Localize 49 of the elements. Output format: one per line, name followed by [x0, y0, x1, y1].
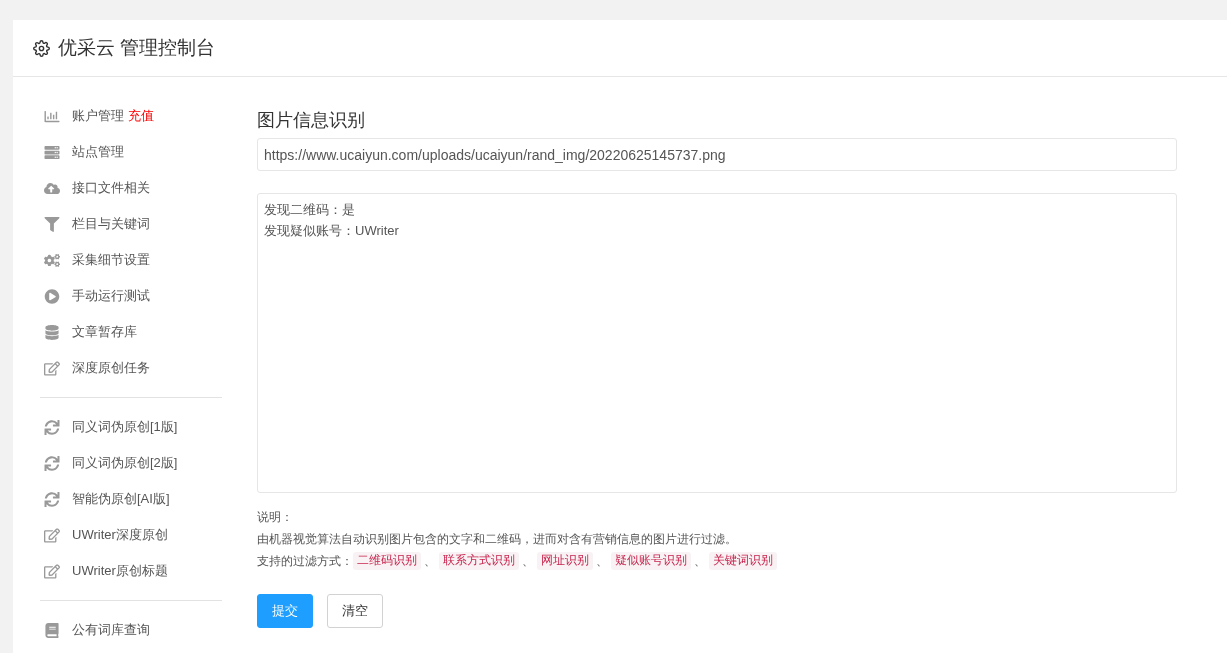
server-icon: [44, 144, 60, 160]
sidebar-item[interactable]: 接口文件相关: [72, 178, 150, 198]
separator: 、: [424, 553, 436, 570]
gears-icon: [44, 252, 60, 268]
sidebar-item[interactable]: 栏目与关键词: [72, 214, 150, 234]
edit-icon: [44, 563, 60, 579]
database-icon: [44, 324, 60, 340]
sidebar-item[interactable]: 公有词库查询: [72, 620, 150, 640]
url-field[interactable]: https://www.ucaiyun.com/uploads/ucaiyun/rand_img/20220625145737.png: [257, 138, 1177, 171]
result-line: 发现二维码：是: [264, 201, 355, 219]
sidebar-item[interactable]: 站点管理: [72, 142, 124, 162]
sidebar-item[interactable]: 采集细节设置: [72, 250, 150, 270]
sidebar-item[interactable]: UWriter深度原创: [72, 525, 168, 545]
filter-tag: 二维码识别: [353, 552, 421, 570]
edit-icon: [44, 527, 60, 543]
sidebar-item[interactable]: UWriter原创标题: [72, 561, 168, 581]
sidebar-item[interactable]: 账户管理: [72, 106, 124, 126]
result-line: 发现疑似账号：UWriter: [264, 222, 399, 240]
edit-icon: [44, 360, 60, 376]
separator: 、: [596, 553, 608, 570]
play-icon: [44, 288, 60, 304]
recharge-link[interactable]: 充值: [128, 106, 154, 126]
section-title: 图片信息识别: [257, 109, 366, 132]
console-title: 优采云 管理控制台: [58, 35, 216, 60]
sidebar-item[interactable]: 智能伪原创[AI版]: [72, 489, 170, 509]
refresh-icon: [44, 419, 60, 435]
refresh-icon: [44, 491, 60, 507]
filter-tag: 联系方式识别: [439, 552, 519, 570]
cloud-upload-icon: [44, 180, 60, 196]
notes-text: 由机器视觉算法自动识别图片包含的文字和二维码，进而对含有营销信息的图片进行过滤。: [257, 531, 737, 548]
sidebar-item[interactable]: 深度原创任务: [72, 358, 150, 378]
clear-button[interactable]: 清空: [327, 594, 383, 628]
sidebar-item[interactable]: 手动运行测试: [72, 286, 150, 306]
bar-chart-icon: [44, 108, 60, 124]
settings-icon: [33, 39, 50, 57]
filter-tag: 关键词识别: [709, 552, 777, 570]
result-box[interactable]: 发现二维码：是 发现疑似账号：UWriter: [257, 193, 1177, 493]
filters-label: 支持的过滤方式：: [257, 553, 353, 570]
book-icon: [44, 622, 60, 638]
filter-tag: 网址识别: [537, 552, 593, 570]
filter-icon: [44, 216, 60, 232]
filter-tag: 疑似账号识别: [611, 552, 691, 570]
separator: 、: [522, 553, 534, 570]
notes-heading: 说明：: [257, 509, 293, 526]
refresh-icon: [44, 455, 60, 471]
sidebar-item[interactable]: 文章暂存库: [72, 322, 137, 342]
sidebar-item[interactable]: 同义词伪原创[2版]: [72, 453, 178, 473]
sidebar-item[interactable]: 同义词伪原创[1版]: [72, 417, 178, 437]
separator: 、: [694, 553, 706, 570]
